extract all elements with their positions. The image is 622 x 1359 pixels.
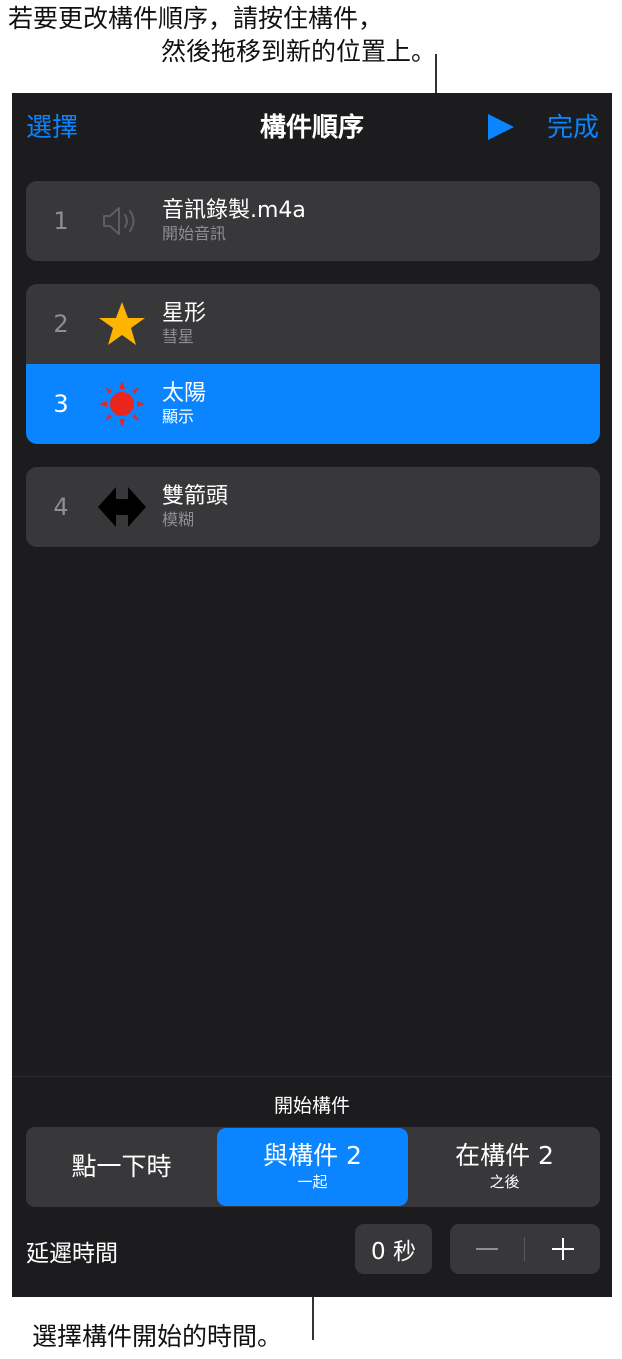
decrement-button[interactable]	[450, 1224, 525, 1274]
build-row-2[interactable]: 2 星形 彗星	[26, 284, 600, 364]
sun-icon	[96, 378, 148, 430]
build-row-1[interactable]: 1 音訊錄製.m4a 開始音訊	[26, 181, 600, 261]
segment-after-build[interactable]: 在構件 2 之後	[409, 1127, 600, 1207]
build-name: 雙箭頭	[162, 484, 229, 509]
section-divider	[12, 1076, 612, 1077]
plus-icon	[552, 1238, 574, 1260]
segment-with-build[interactable]: 與構件 2 一起	[217, 1128, 408, 1206]
build-order-panel: 選擇 構件順序 完成 1 音訊錄製.m4a 開始音訊 2 星形 彗星 3 太陽 …	[12, 93, 612, 1297]
callout-line-2: 然後拖移到新的位置上。	[160, 37, 436, 66]
build-effect: 開始音訊	[162, 224, 227, 243]
build-effect: 模糊	[162, 510, 195, 529]
segment-on-tap[interactable]: 點一下時	[26, 1127, 217, 1207]
build-name: 音訊錄製.m4a	[162, 198, 306, 223]
segment-label: 點一下時	[71, 1152, 172, 1181]
segment-label: 在構件 2	[455, 1141, 554, 1170]
segment-label: 與構件 2	[263, 1141, 362, 1170]
build-number: 3	[53, 390, 69, 418]
done-button[interactable]: 完成	[547, 107, 599, 144]
delay-stepper	[450, 1224, 600, 1274]
segment-sublabel: 之後	[489, 1173, 520, 1191]
callout-reorder-instruction: 若要更改構件順序，請按住構件， 然後拖移到新的位置上。	[8, 2, 438, 68]
build-number: 2	[53, 310, 69, 338]
play-icon[interactable]	[486, 113, 516, 141]
start-build-segmented-control: 點一下時 與構件 2 一起 在構件 2 之後	[26, 1127, 600, 1207]
callout-line-1: 若要更改構件順序，請按住構件，	[8, 4, 384, 33]
delay-value-field[interactable]: 0 秒	[355, 1224, 432, 1274]
build-row-3[interactable]: 3 太陽 顯示	[26, 364, 600, 444]
build-row-4[interactable]: 4 雙箭頭 模糊	[26, 467, 600, 547]
build-name: 太陽	[162, 381, 207, 406]
build-number: 4	[53, 493, 69, 521]
build-number: 1	[53, 207, 69, 235]
speaker-icon	[96, 195, 148, 247]
star-icon	[96, 298, 148, 350]
build-effect: 彗星	[162, 327, 195, 346]
double-arrow-icon	[96, 481, 148, 533]
build-effect: 顯示	[162, 407, 195, 426]
page-title: 構件順序	[259, 113, 364, 143]
segment-sublabel: 一起	[297, 1173, 328, 1191]
increment-button[interactable]	[525, 1224, 600, 1274]
build-name: 星形	[162, 301, 207, 326]
delay-label: 延遲時間	[26, 1241, 118, 1267]
minus-icon	[476, 1248, 498, 1250]
callout-start-time: 選擇構件開始的時間。	[32, 1322, 283, 1351]
start-build-heading: 開始構件	[273, 1095, 350, 1117]
